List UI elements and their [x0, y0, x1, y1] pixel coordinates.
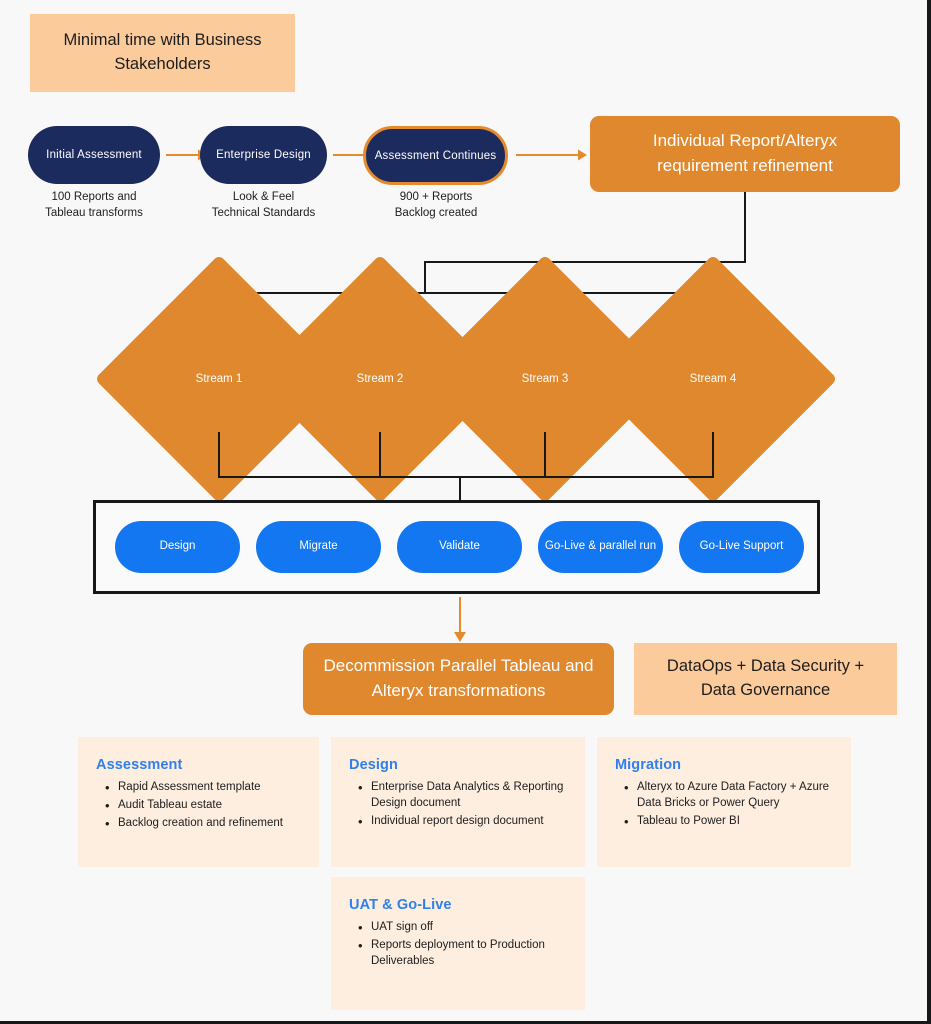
- phase-pill-validate[interactable]: Validate: [397, 521, 522, 573]
- stage-label: Initial Assessment: [46, 149, 142, 161]
- stage-caption-assessment-continues: 900 + Reports Backlog created: [355, 189, 517, 221]
- connector-stream4-down: [712, 432, 714, 478]
- decommission-box[interactable]: Decommission Parallel Tableau and Altery…: [303, 643, 614, 715]
- stream-label: Stream 2: [356, 373, 404, 385]
- connector-stream2-down: [379, 432, 381, 478]
- connector-merge-to-phases: [459, 476, 461, 502]
- card-title: UAT & Go-Live: [349, 897, 452, 913]
- card-item-list: Rapid Assessment template Audit Tableau …: [96, 779, 301, 833]
- card-item-list: Alteryx to Azure Data Factory + Azure Da…: [615, 779, 833, 831]
- diagram-canvas: Minimal time with Business Stakeholders …: [0, 0, 931, 1024]
- phase-pill-go-live-support[interactable]: Go-Live Support: [679, 521, 804, 573]
- list-item: Reports deployment to Production Deliver…: [358, 937, 567, 970]
- stage-initial-assessment[interactable]: Initial Assessment: [28, 126, 160, 184]
- stage-caption-enterprise-design: Look & Feel Technical Standards: [182, 189, 345, 221]
- list-item: UAT sign off: [358, 919, 567, 937]
- stage-label: Assessment Continues: [374, 149, 497, 162]
- connector-to-distribution-bar: [424, 261, 426, 293]
- card-design: Design Enterprise Data Analytics & Repor…: [331, 737, 585, 867]
- caption-text: 900 + Reports Backlog created: [394, 191, 478, 220]
- stream-merge-bar: [218, 476, 714, 478]
- stage-enterprise-design[interactable]: Enterprise Design: [200, 126, 327, 184]
- stage-label: Enterprise Design: [216, 149, 311, 161]
- list-item: Enterprise Data Analytics & Reporting De…: [358, 779, 567, 812]
- card-title: Design: [349, 757, 398, 773]
- list-item: Backlog creation and refinement: [105, 815, 301, 833]
- stage-assessment-continues[interactable]: Assessment Continues: [363, 126, 508, 185]
- stream-label: Stream 1: [195, 373, 243, 385]
- phase-pill-migrate[interactable]: Migrate: [256, 521, 381, 573]
- connector-stream3-down: [544, 432, 546, 478]
- caption-text: Look & Feel Technical Standards: [211, 191, 316, 220]
- list-item: Audit Tableau estate: [105, 797, 301, 815]
- phase-pill-design[interactable]: Design: [115, 521, 240, 573]
- list-item: Tableau to Power BI: [624, 813, 833, 831]
- connector-refinement-left: [424, 261, 746, 263]
- phase-pill-go-live-parallel-run[interactable]: Go-Live & parallel run: [538, 521, 663, 573]
- arrow-phases-to-decommission: [454, 597, 466, 642]
- card-item-list: UAT sign off Reports deployment to Produ…: [349, 919, 567, 970]
- stream-label: Stream 4: [689, 373, 737, 385]
- caption-text: 100 Reports and Tableau transforms: [45, 191, 143, 220]
- list-item: Rapid Assessment template: [105, 779, 301, 797]
- card-assessment: Assessment Rapid Assessment template Aud…: [78, 737, 319, 867]
- stage-caption-initial-assessment: 100 Reports and Tableau transforms: [13, 189, 175, 221]
- arrow-stage3-to-refinement: [516, 149, 587, 161]
- dataops-box: DataOps + Data Security + Data Governanc…: [634, 643, 897, 715]
- card-migration: Migration Alteryx to Azure Data Factory …: [597, 737, 851, 867]
- card-title: Assessment: [96, 757, 183, 773]
- card-title: Migration: [615, 757, 682, 773]
- stakeholder-banner: Minimal time with Business Stakeholders: [30, 14, 295, 92]
- card-uat-go-live: UAT & Go-Live UAT sign off Reports deplo…: [331, 877, 585, 1010]
- refinement-box[interactable]: Individual Report/Alteryx requirement re…: [590, 116, 900, 192]
- list-item: Individual report design document: [358, 813, 567, 831]
- card-item-list: Enterprise Data Analytics & Reporting De…: [349, 779, 567, 831]
- list-item: Alteryx to Azure Data Factory + Azure Da…: [624, 779, 833, 812]
- stream-label: Stream 3: [521, 373, 569, 385]
- connector-refinement-down: [744, 192, 746, 262]
- connector-stream1-down: [218, 432, 220, 478]
